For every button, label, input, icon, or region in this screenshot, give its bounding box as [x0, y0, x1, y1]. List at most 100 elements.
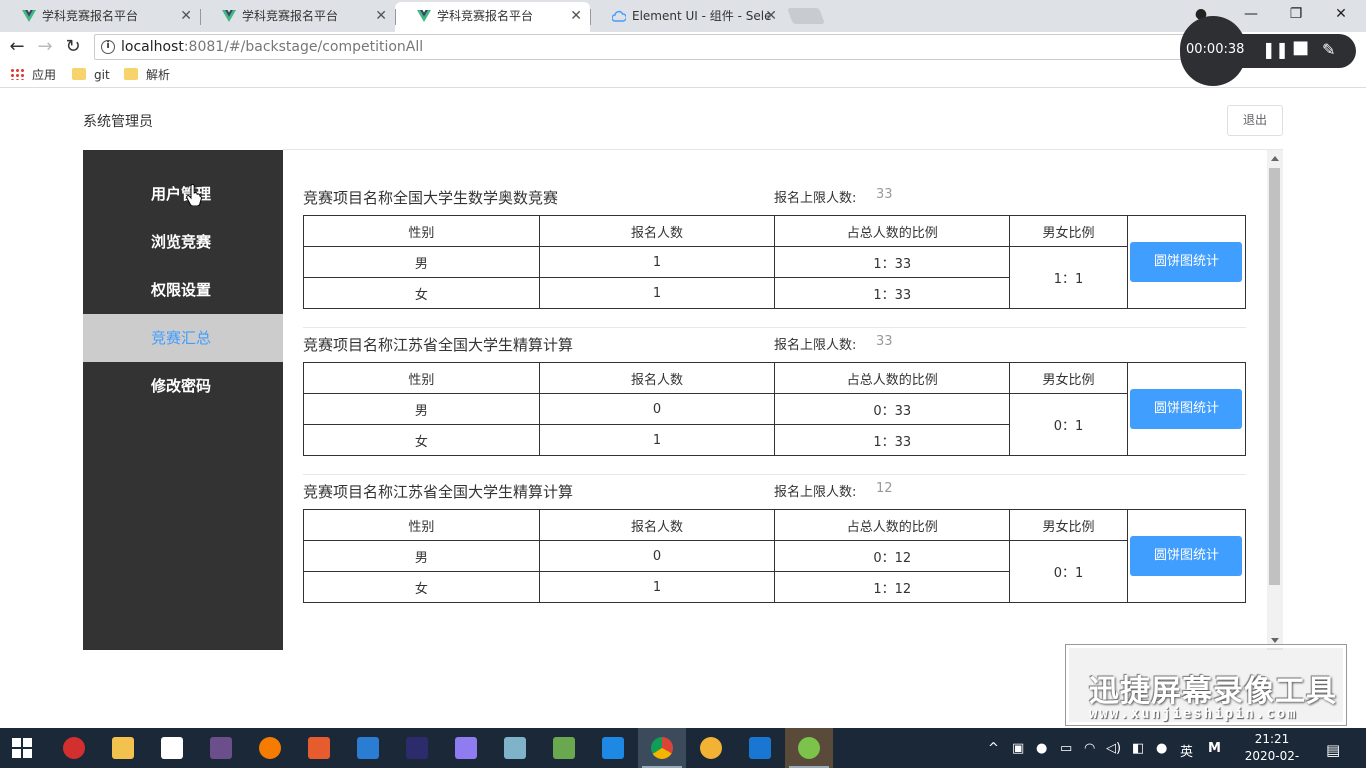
sidebar-menu: 用户管理 浏览竞赛 权限设置 竞赛汇总 修改密码	[83, 150, 283, 650]
wechat-icon[interactable]	[785, 728, 833, 768]
tray-recorder-icon[interactable]: ▣	[1012, 741, 1024, 756]
limit-label: 报名上限人数:	[774, 338, 857, 353]
game-app-icon[interactable]	[197, 728, 245, 768]
close-icon[interactable]: ✕	[570, 2, 582, 30]
3d-app-icon[interactable]	[442, 728, 490, 768]
stop-icon[interactable]: ■	[1292, 37, 1309, 58]
clock-date: 2020-02-24	[1244, 749, 1300, 780]
pie-chart-button[interactable]: 圆饼图统计	[1130, 242, 1243, 282]
sidebar-item-browse-competitions[interactable]: 浏览竞赛	[83, 218, 283, 266]
header-count: 报名人数	[538, 215, 776, 247]
tab-title: 学科竞赛报名平台	[242, 9, 339, 23]
bookmark-git[interactable]: git	[72, 67, 110, 83]
wifi-icon[interactable]: ◠	[1084, 741, 1095, 756]
page-header: 系统管理员 退出	[83, 104, 1283, 144]
header-ratio: 占总人数的比例	[774, 215, 1011, 247]
taskbar-clock[interactable]: 21:21 2020-02-24	[1238, 731, 1306, 782]
reload-icon[interactable]: ↻	[62, 36, 84, 58]
bookmark-apps[interactable]: 应用	[10, 67, 56, 83]
file-explorer-icon[interactable]	[99, 728, 147, 768]
competition-block: 竞赛项目名称江苏省全国大学生精算计算 报名上限人数: 33 性别 报名人数 占总…	[303, 334, 1247, 481]
volume-icon[interactable]: ◁)	[1106, 741, 1121, 756]
cell-ratio: 1：33	[774, 424, 1011, 456]
address-bar[interactable]: i localhost:8081/#/backstage/competition…	[94, 34, 1214, 60]
chart-app-icon[interactable]	[540, 728, 588, 768]
pie-chart-button[interactable]: 圆饼图统计	[1130, 536, 1243, 576]
cell-count: 1	[538, 277, 776, 309]
cell-gender-ratio: 1：1	[1009, 246, 1128, 309]
browser-tab-2[interactable]: 学科竞赛报名平台 ✕	[200, 2, 395, 32]
header-ratio: 占总人数的比例	[774, 362, 1011, 394]
chat-app-icon[interactable]	[687, 728, 735, 768]
intellij-icon[interactable]	[393, 728, 441, 768]
admin-name: 系统管理员	[83, 114, 153, 130]
tray-app-icon[interactable]: ●	[1036, 741, 1047, 756]
pie-chart-button[interactable]: 圆饼图统计	[1130, 389, 1243, 429]
competition-name: 竞赛项目名称江苏省全国大学生精算计算	[303, 483, 574, 501]
tray-network-icon[interactable]: ▭	[1060, 741, 1072, 756]
cell-gender: 女	[303, 571, 540, 603]
tray-capture-icon[interactable]: ◧	[1132, 741, 1144, 756]
bookmark-label: 解析	[146, 68, 171, 82]
info-icon[interactable]: i	[101, 40, 115, 54]
close-icon[interactable]: ✕	[375, 2, 387, 30]
cell-gender: 男	[303, 246, 540, 278]
cell-count: 1	[538, 424, 776, 456]
chrome-icon[interactable]	[638, 728, 686, 768]
bookmark-parse[interactable]: 解析	[124, 67, 170, 83]
vue-logo-icon	[222, 10, 236, 22]
settings-app-icon[interactable]	[246, 728, 294, 768]
watermark-title: 迅捷屏幕录像工具	[1089, 674, 1337, 709]
competition-name: 竞赛项目名称全国大学生数学奥数竞赛	[303, 189, 559, 207]
sidebar-item-change-password[interactable]: 修改密码	[83, 362, 283, 410]
competition-divider	[303, 474, 1246, 475]
header-gender: 性别	[303, 509, 540, 541]
close-icon[interactable]: ✕	[180, 2, 192, 30]
logout-button[interactable]: 退出	[1227, 105, 1283, 136]
pause-icon[interactable]: ❚❚	[1262, 40, 1289, 59]
ime-mode[interactable]: M	[1208, 741, 1221, 756]
sidebar-item-user-management[interactable]: 用户管理	[83, 170, 283, 218]
word-app-icon[interactable]	[344, 728, 392, 768]
back-arrow-icon[interactable]: ←	[6, 36, 28, 58]
sidebar-item-competition-summary[interactable]: 竞赛汇总	[83, 314, 283, 362]
sidebar-item-permissions[interactable]: 权限设置	[83, 266, 283, 314]
tab-title: 学科竞赛报名平台	[437, 9, 534, 23]
limit-label: 报名上限人数:	[774, 485, 857, 500]
folder-icon	[72, 68, 86, 80]
pen-icon[interactable]: ✎	[1322, 40, 1335, 59]
content-scrollbar[interactable]	[1267, 150, 1283, 650]
forward-arrow-icon[interactable]: →	[34, 36, 56, 58]
cell-ratio: 0：33	[774, 393, 1011, 425]
pie-button-cell: 圆饼图统计	[1126, 215, 1247, 309]
limit-value: 33	[876, 334, 893, 349]
tray-wechat-icon[interactable]: ●	[1156, 741, 1167, 756]
competition-block: 竞赛项目名称江苏省全国大学生精算计算 报名上限人数: 12 性别 报名人数 占总…	[303, 481, 1247, 628]
browser-tab-3-active[interactable]: 学科竞赛报名平台 ✕	[395, 2, 590, 32]
competition-divider	[303, 327, 1246, 328]
hbuilder-icon[interactable]	[295, 728, 343, 768]
stats-table: 性别 报名人数 占总人数的比例 男女比例 圆饼图统计 男 0 0：33 0：1 …	[303, 362, 1247, 456]
browser-tab-4[interactable]: Element UI - 组件 - Sele ✕	[590, 2, 785, 32]
code-editor-icon[interactable]	[148, 728, 196, 768]
tab-title: Element UI - 组件 - Sele	[632, 9, 772, 23]
windows-start-icon[interactable]	[12, 738, 32, 758]
taskbar-app-icon[interactable]	[50, 728, 98, 768]
scroll-up-arrow-icon[interactable]	[1271, 156, 1279, 161]
ime-language[interactable]: 英	[1180, 741, 1193, 760]
bookmark-label: 应用	[32, 68, 57, 82]
limit-value: 12	[876, 481, 893, 496]
vscode-icon[interactable]	[589, 728, 637, 768]
new-tab-button[interactable]	[787, 8, 825, 24]
tray-expand-icon[interactable]: ^	[988, 741, 999, 756]
browser-tab-1[interactable]: 学科竞赛报名平台 ✕	[0, 2, 200, 32]
scroll-down-arrow-icon[interactable]	[1271, 638, 1279, 643]
scroll-thumb[interactable]	[1269, 168, 1280, 585]
close-icon[interactable]: ✕	[765, 2, 777, 30]
stats-table: 性别 报名人数 占总人数的比例 男女比例 圆饼图统计 男 0 0：12 0：1 …	[303, 509, 1247, 603]
notes-app-icon[interactable]	[491, 728, 539, 768]
notification-icon[interactable]: ▤	[1326, 741, 1340, 759]
video-recorder-icon[interactable]	[736, 728, 784, 768]
apps-grid-icon	[10, 68, 24, 80]
cell-count: 0	[538, 540, 776, 572]
